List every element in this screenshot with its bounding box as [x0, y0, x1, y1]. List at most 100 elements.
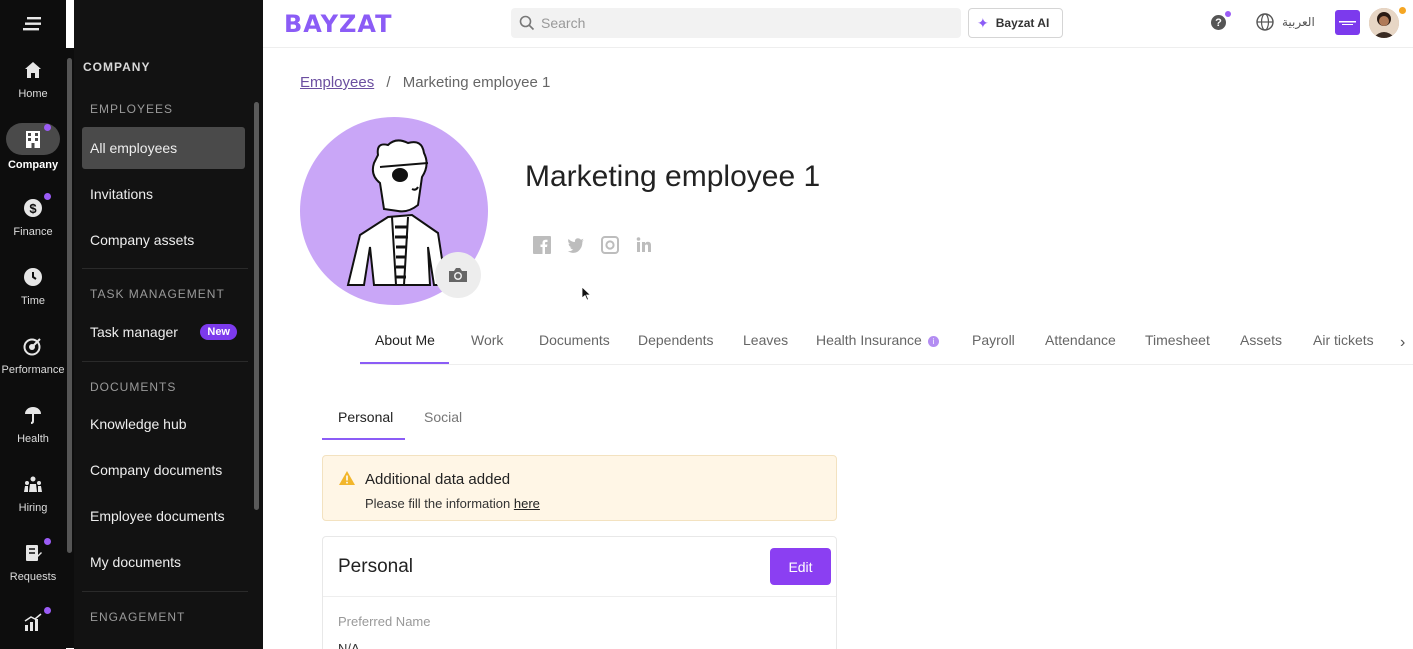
card-header: Personal Edit	[323, 537, 836, 597]
request-icon	[21, 538, 51, 565]
clock-icon	[21, 265, 45, 289]
profile-tabs: About Me Work Documents Dependents Leave…	[360, 322, 1413, 365]
sparkle-icon: ✦	[977, 14, 989, 31]
submenu-item-company-assets[interactable]: Company assets	[82, 219, 245, 261]
camera-icon	[449, 268, 467, 282]
alert-title: Additional data added	[365, 471, 511, 488]
new-badge: New	[200, 324, 237, 340]
rail-scrollbar[interactable]	[66, 48, 74, 648]
icon-rail: Home Company $ Finance Time Performance	[0, 0, 66, 649]
tab-dependents[interactable]: Dependents	[638, 332, 714, 348]
subtab-social[interactable]: Social	[424, 409, 462, 425]
submenu-item-all-employees[interactable]: All employees	[82, 127, 245, 169]
divider	[82, 591, 248, 592]
rail-item-hiring[interactable]: Hiring	[0, 462, 66, 531]
facebook-icon[interactable]	[532, 235, 551, 254]
rail-item-home[interactable]: Home	[0, 48, 66, 117]
status-dot	[1399, 7, 1406, 14]
rail-item-finance[interactable]: $ Finance	[0, 186, 66, 255]
rail-label: Home	[18, 88, 48, 100]
preferred-name-value: N/A	[338, 641, 360, 649]
chevron-right-icon[interactable]: ›	[1400, 334, 1405, 352]
bayzat-ai-button[interactable]: ✦ Bayzat AI	[968, 8, 1063, 38]
menu-toggle[interactable]	[0, 0, 66, 48]
divider	[82, 361, 248, 362]
submenu-scrollbar[interactable]	[252, 96, 262, 649]
linkedin-icon[interactable]	[634, 235, 653, 254]
section-employees: EMPLOYEES	[90, 102, 174, 116]
home-icon	[21, 58, 45, 82]
section-engagement: ENGAGEMENT	[90, 610, 186, 624]
submenu-item-company-documents[interactable]: Company documents	[82, 449, 245, 491]
rail-item-analytics[interactable]	[0, 600, 66, 640]
edit-button[interactable]: Edit	[770, 548, 831, 585]
notification-dot	[44, 607, 51, 614]
rail-label: Company	[7, 159, 59, 171]
section-task-management: TASK MANAGEMENT	[90, 287, 225, 301]
tab-assets[interactable]: Assets	[1240, 332, 1282, 348]
tab-payroll[interactable]: Payroll	[972, 332, 1015, 348]
subtab-personal[interactable]: Personal	[338, 409, 393, 425]
change-photo-button[interactable]	[435, 252, 481, 298]
submenu-item-my-documents[interactable]: My documents	[82, 541, 245, 583]
rail-item-time[interactable]: Time	[0, 255, 66, 324]
rail-item-company[interactable]: Company	[0, 117, 66, 186]
rail-label: Performance	[1, 364, 65, 376]
target-icon	[21, 334, 45, 358]
submenu-item-label: Task manager	[90, 324, 178, 340]
additional-data-alert: Additional data added Please fill the in…	[322, 455, 837, 521]
hamburger-icon[interactable]	[23, 16, 43, 32]
submenu-item-invitations[interactable]: Invitations	[82, 173, 245, 215]
divider	[82, 268, 248, 269]
notification-dot	[44, 193, 51, 200]
tab-air-tickets[interactable]: Air tickets	[1313, 332, 1374, 348]
people-icon	[21, 472, 45, 496]
breadcrumb-separator: /	[386, 74, 391, 91]
breadcrumb: Employees / Marketing employee 1	[300, 74, 550, 91]
rail-item-performance[interactable]: Performance	[0, 324, 66, 393]
breadcrumb-current: Marketing employee 1	[402, 74, 551, 91]
section-documents: DOCUMENTS	[90, 380, 177, 394]
chart-icon	[21, 607, 51, 634]
tab-leaves[interactable]: Leaves	[743, 332, 788, 348]
instagram-icon[interactable]	[600, 235, 619, 254]
tab-work[interactable]: Work	[471, 332, 503, 348]
notification-dot	[1225, 11, 1231, 17]
warning-icon	[339, 471, 355, 485]
alert-here-link[interactable]: here	[514, 496, 540, 511]
user-avatar[interactable]	[1369, 8, 1399, 38]
submenu-item-employee-documents[interactable]: Employee documents	[82, 495, 245, 537]
tab-timesheet[interactable]: Timesheet	[1145, 332, 1210, 348]
submenu-item-task-manager[interactable]: Task manager New	[82, 311, 245, 353]
tab-documents[interactable]: Documents	[539, 332, 610, 348]
notification-dot	[44, 538, 51, 545]
language-label: العربية	[1282, 15, 1315, 29]
umbrella-icon	[21, 403, 45, 427]
org-logo-mark	[1339, 20, 1356, 25]
bayzat-logo[interactable]: BAYZAT	[284, 10, 392, 38]
rail-item-health[interactable]: Health	[0, 393, 66, 462]
organization-logo[interactable]	[1335, 10, 1360, 35]
language-switch[interactable]: العربية	[1256, 13, 1315, 31]
help-icon[interactable]: ?	[1211, 11, 1231, 30]
employee-name: Marketing employee 1	[525, 160, 821, 193]
search-icon	[519, 15, 535, 31]
tab-about-me[interactable]: About Me	[375, 332, 435, 348]
twitter-icon[interactable]	[566, 235, 585, 254]
rail-label: Finance	[13, 226, 53, 238]
active-subtab-indicator	[322, 438, 405, 440]
submenu-item-knowledge-hub[interactable]: Knowledge hub	[82, 403, 245, 445]
rail-label: Requests	[9, 571, 57, 583]
rail-item-requests[interactable]: Requests	[0, 531, 66, 600]
tab-health-insurance[interactable]: Health Insurance i	[816, 332, 939, 348]
search-input[interactable]: Search	[511, 8, 961, 38]
help-glyph: ?	[1215, 16, 1222, 29]
ai-button-label: Bayzat AI	[995, 16, 1050, 30]
company-submenu: COMPANY EMPLOYEES All employees Invitati…	[74, 0, 263, 649]
tab-attendance[interactable]: Attendance	[1045, 332, 1116, 348]
social-links	[532, 235, 653, 254]
breadcrumb-employees-link[interactable]: Employees	[300, 74, 374, 91]
personal-card: Personal Edit Preferred Name N/A	[322, 536, 837, 649]
alert-message: Please fill the information here	[365, 496, 540, 511]
user-avatar-image	[1369, 8, 1399, 38]
